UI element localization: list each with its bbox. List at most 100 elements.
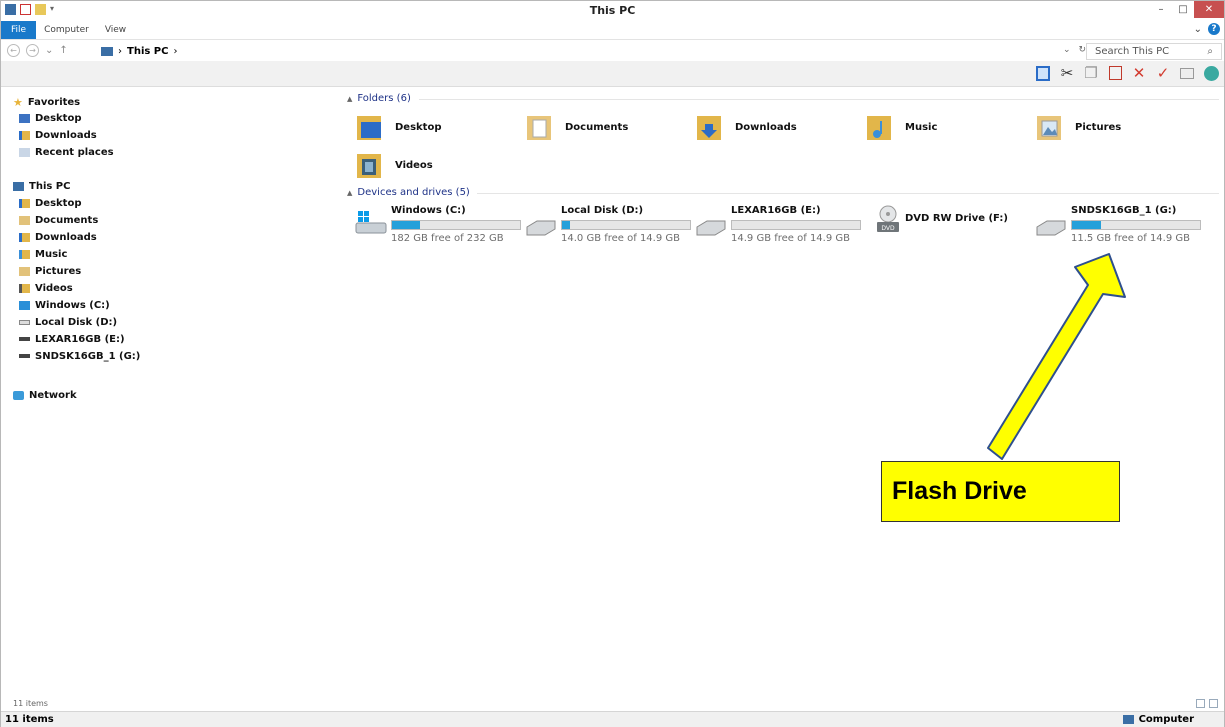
copy-icon[interactable]: ❐ <box>1082 64 1100 82</box>
folder-desktop[interactable]: Desktop <box>355 109 442 145</box>
recent-places-icon <box>19 147 30 157</box>
nav-this-pc-local-disk-d[interactable]: Local Disk (D:) <box>19 314 117 330</box>
network-icon <box>13 390 24 400</box>
usb-drive-icon <box>19 337 30 341</box>
nav-favorites-downloads[interactable]: Downloads <box>19 127 97 143</box>
hard-drive-icon <box>526 220 556 236</box>
tab-file[interactable]: File <box>1 21 37 39</box>
group-divider <box>477 193 1219 194</box>
drive-windows-c[interactable]: Windows (C:) 182 GB free of 232 GB <box>355 205 525 245</box>
refresh-icon[interactable]: ↻ <box>1079 45 1087 55</box>
collapse-icon: ▲ <box>347 94 353 103</box>
nav-this-pc-sndsk-g[interactable]: SNDSK16GB_1 (G:) <box>19 348 140 364</box>
help-icon[interactable]: ? <box>1208 23 1220 35</box>
nav-favorites[interactable]: ★ Favorites <box>13 94 80 110</box>
folder-music[interactable]: Music <box>865 109 937 145</box>
drive-lexar-e[interactable]: LEXAR16GB (E:) 14.9 GB free of 14.9 GB <box>695 205 865 245</box>
nav-this-pc-desktop[interactable]: Desktop <box>19 195 82 211</box>
nav-this-pc[interactable]: This PC <box>13 178 70 194</box>
group-divider <box>419 99 1219 100</box>
delete-icon[interactable]: ✕ <box>1130 64 1148 82</box>
usb-drive-icon <box>1036 220 1066 236</box>
search-icon: ⌕ <box>1207 46 1213 57</box>
desktop-folder-icon <box>357 116 381 140</box>
drive-usage-bar <box>391 220 521 230</box>
windows-drive-icon <box>19 300 30 310</box>
checkmark-icon[interactable]: ✓ <box>1154 64 1172 82</box>
cut-icon[interactable]: ✂ <box>1058 64 1076 82</box>
properties-view-icon[interactable] <box>1178 64 1196 82</box>
nav-this-pc-pictures[interactable]: Pictures <box>19 263 81 279</box>
computer-zone-label: Computer <box>1138 714 1194 725</box>
music-folder-icon <box>867 116 891 140</box>
large-icons-view-icon[interactable] <box>1209 699 1218 708</box>
pictures-icon <box>19 266 30 276</box>
item-count-inner: 11 items <box>13 699 48 708</box>
drive-local-disk-d[interactable]: Local Disk (D:) 14.0 GB free of 14.9 GB <box>525 205 695 245</box>
flash-drive-callout: Flash Drive <box>881 461 1120 522</box>
downloads-icon <box>19 130 30 140</box>
pictures-folder-icon <box>1037 116 1061 140</box>
nav-this-pc-lexar-e[interactable]: LEXAR16GB (E:) <box>19 331 125 347</box>
globe-icon[interactable] <box>1202 64 1220 82</box>
explorer-window: ▾ This PC – □ ✕ File Computer View ⌄ ? ←… <box>0 0 1225 727</box>
search-input[interactable]: Search This PC ⌕ <box>1086 43 1222 60</box>
drive-usage-bar <box>561 220 691 230</box>
forward-button[interactable]: → <box>26 44 39 57</box>
content-pane: ▲ Folders (6) Desktop Documents Download… <box>341 87 1221 697</box>
desktop-folder-icon <box>19 198 30 208</box>
nav-this-pc-music[interactable]: Music <box>19 246 67 262</box>
nav-favorites-desktop[interactable]: Desktop <box>19 110 82 126</box>
drive-sndsk-g[interactable]: SNDSK16GB_1 (G:) 11.5 GB free of 14.9 GB <box>1035 205 1205 245</box>
navigation-pane: ★ Favorites Desktop Downloads Recent pla… <box>13 91 323 691</box>
nav-this-pc-documents[interactable]: Documents <box>19 212 98 228</box>
breadcrumb-separator: › <box>118 45 122 57</box>
usb-drive-icon <box>696 220 726 236</box>
details-view-icon[interactable] <box>1196 699 1205 708</box>
drive-usage-bar <box>1071 220 1201 230</box>
item-count: 11 items <box>5 714 54 725</box>
folders-group-header[interactable]: ▲ Folders (6) <box>347 93 411 104</box>
videos-folder-icon <box>357 154 381 178</box>
up-button[interactable]: ↑ <box>59 45 67 56</box>
expand-ribbon-icon[interactable]: ⌄ <box>1194 24 1202 35</box>
nav-network[interactable]: Network <box>13 387 77 403</box>
folder-downloads[interactable]: Downloads <box>695 109 797 145</box>
nav-this-pc-windows-c[interactable]: Windows (C:) <box>19 297 110 313</box>
address-row: ← → ⌄ ↑ › This PC › ⌄ ↻ Search This PC ⌕ <box>1 39 1224 61</box>
back-button[interactable]: ← <box>7 44 20 57</box>
star-icon: ★ <box>13 95 23 109</box>
music-icon <box>19 249 30 259</box>
drive-usage-fill <box>392 221 421 229</box>
drive-dvd-f[interactable]: DVD DVD RW Drive (F:) <box>875 205 1045 245</box>
folder-pictures[interactable]: Pictures <box>1035 109 1121 145</box>
this-pc-icon <box>101 46 113 56</box>
search-placeholder: Search This PC <box>1095 46 1170 57</box>
pane-icon[interactable] <box>1034 64 1052 82</box>
drives-group-header[interactable]: ▲ Devices and drives (5) <box>347 187 470 198</box>
address-bar[interactable]: › This PC › <box>101 43 1081 59</box>
tab-view[interactable]: View <box>97 21 134 39</box>
drive-usage-fill <box>1072 221 1102 229</box>
breadcrumb-separator: › <box>173 45 178 57</box>
maximize-button[interactable]: □ <box>1172 1 1194 18</box>
title-bar: ▾ This PC – □ ✕ <box>1 1 1224 21</box>
paste-icon[interactable] <box>1106 64 1124 82</box>
folder-documents[interactable]: Documents <box>525 109 628 145</box>
status-bar: 11 items Computer <box>1 711 1224 727</box>
minimize-button[interactable]: – <box>1150 1 1172 18</box>
breadcrumb-this-pc[interactable]: This PC <box>127 46 168 57</box>
recent-locations-icon[interactable]: ⌄ <box>45 45 53 56</box>
folder-videos[interactable]: Videos <box>355 147 433 183</box>
tab-computer[interactable]: Computer <box>36 21 97 39</box>
callout-label: Flash Drive <box>892 477 1027 505</box>
hard-drive-icon <box>19 319 30 325</box>
windows-drive-icon <box>355 211 387 234</box>
drive-usage-fill <box>562 221 570 229</box>
nav-this-pc-videos[interactable]: Videos <box>19 280 73 296</box>
nav-favorites-recent[interactable]: Recent places <box>19 144 114 160</box>
address-dropdown-icon[interactable]: ⌄ <box>1063 45 1071 55</box>
svg-text:DVD: DVD <box>881 225 895 232</box>
nav-this-pc-downloads[interactable]: Downloads <box>19 229 97 245</box>
close-button[interactable]: ✕ <box>1194 1 1224 18</box>
